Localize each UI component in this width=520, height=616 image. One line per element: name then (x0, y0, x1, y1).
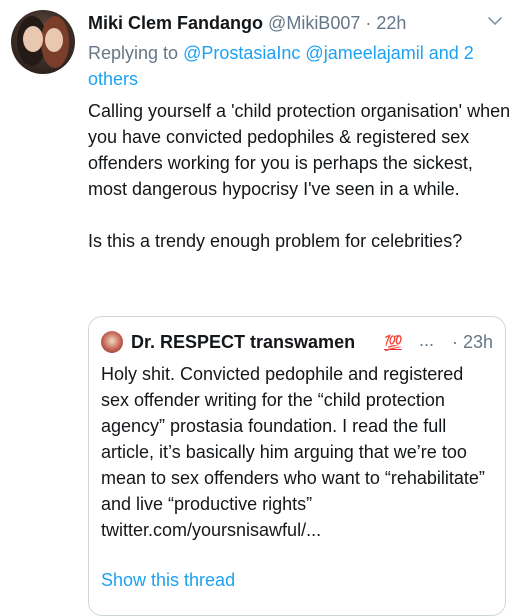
mention-jameelajamil[interactable]: @jameelajamil (305, 43, 423, 63)
tweet-paragraph-1: Calling yourself a 'child protection org… (88, 101, 511, 199)
tweet-header: Miki Clem Fandango @MikiB007 · 22h (88, 12, 502, 34)
tweet-time[interactable]: 22h (376, 13, 406, 33)
quoted-author-avatar (101, 331, 123, 353)
avatar-face-right (45, 28, 63, 52)
author-handle[interactable]: @MikiB007 (268, 13, 360, 33)
replying-prefix: Replying to (88, 43, 179, 63)
mention-prostasiainc[interactable]: @ProstasiaInc (183, 43, 300, 63)
quoted-name-ellipsis: ... (419, 330, 435, 350)
show-thread-link[interactable]: Show this thread (101, 567, 235, 593)
quoted-tweet-body: Holy shit. Convicted pedophile and regis… (101, 364, 485, 540)
quoted-time-value: 23h (462, 332, 493, 352)
quoted-time-separator: · (451, 332, 458, 352)
tweet-body: Calling yourself a 'child protection org… (88, 98, 513, 254)
header-separator: · (365, 13, 372, 33)
quoted-tweet-time: · 23h (452, 329, 493, 355)
hundred-points-emoji: 💯 (384, 335, 403, 352)
author-name[interactable]: Miki Clem Fandango (88, 13, 263, 33)
quoted-tweet-card[interactable]: Dr. RESPECT transwamen 💯 ... · 23h Holy … (88, 316, 506, 616)
replying-to: Replying to @ProstasiaInc @jameelajamil … (88, 40, 508, 92)
chevron-down-icon[interactable] (488, 14, 502, 28)
author-avatar[interactable] (11, 10, 75, 74)
quoted-tweet-header: Dr. RESPECT transwamen 💯 ... · 23h (101, 329, 493, 355)
quoted-author-name: Dr. RESPECT transwamen (131, 332, 356, 352)
avatar-face-left (23, 26, 43, 52)
tweet-paragraph-2: Is this a trendy enough problem for cele… (88, 231, 463, 251)
